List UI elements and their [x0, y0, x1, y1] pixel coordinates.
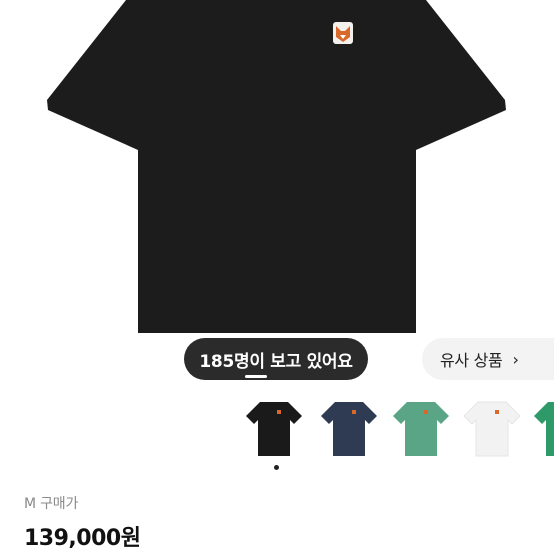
- product-image[interactable]: [0, 0, 554, 345]
- similar-products-button[interactable]: 유사 상품 ›: [422, 338, 554, 380]
- active-thumbnail-dot: [274, 465, 279, 470]
- viewers-text: 185명이 보고 있어요: [199, 351, 353, 372]
- thumbnail-color-4[interactable]: [458, 390, 526, 468]
- viewers-badge: 185명이 보고 있어요: [184, 338, 368, 380]
- price: 139,000원: [24, 526, 141, 551]
- scroll-indicator: [245, 375, 267, 378]
- thumbnail-color-5[interactable]: [528, 390, 554, 468]
- tshirt-icon: [534, 402, 554, 456]
- tshirt-icon: [246, 402, 302, 456]
- thumbnail-color-1[interactable]: [240, 390, 308, 468]
- tshirt-icon: [463, 401, 521, 457]
- tshirt-shape: [47, 0, 506, 333]
- size-price-label: M 구매가: [24, 496, 79, 512]
- tshirt-icon: [393, 402, 449, 456]
- chevron-right-icon: ›: [512, 349, 519, 369]
- fox-logo-icon: [333, 22, 353, 44]
- similar-products-label: 유사 상품: [440, 351, 503, 370]
- tshirt-icon: [321, 402, 377, 456]
- thumbnail-color-2[interactable]: [315, 390, 383, 468]
- color-thumbnails: [240, 390, 554, 470]
- thumbnail-color-3[interactable]: [387, 390, 455, 468]
